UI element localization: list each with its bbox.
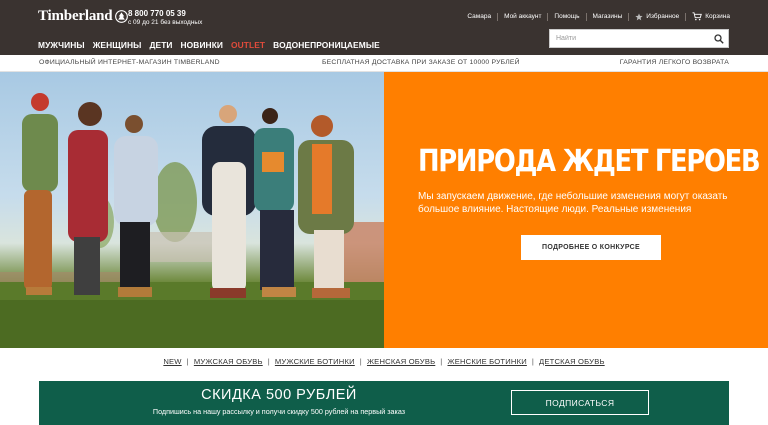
category-link-kids-shoes[interactable]: ДЕТСКАЯ ОБУВЬ: [539, 357, 605, 366]
separator: |: [440, 357, 443, 366]
main-nav: МУЖЧИНЫ ЖЕНЩИНЫ ДЕТИ НОВИНКИ OUTLET ВОДО…: [38, 40, 380, 50]
hero-title: ПРИРОДА ЖДЕТ ГЕРОЕВ: [418, 144, 761, 179]
timberland-logo[interactable]: Timberland: [38, 8, 129, 25]
nav-item-new[interactable]: НОВИНКИ: [181, 40, 224, 50]
nav-item-kids[interactable]: ДЕТИ: [149, 40, 172, 50]
phone-hours: с 09 до 21 без выходных: [128, 19, 203, 26]
promo-subtitle: Подпишись на нашу рассылку и получи скид…: [152, 407, 406, 416]
separator: |: [186, 357, 189, 366]
category-link-new[interactable]: NEW: [163, 357, 181, 366]
tree-logo-icon: [115, 10, 129, 23]
separator: |: [267, 357, 270, 366]
official-store-text: ОФИЦИАЛЬНЫЙ ИНТЕРНЕТ-МАГАЗИН TIMBERLAND: [39, 59, 220, 66]
separator: |: [359, 357, 362, 366]
cart-link[interactable]: Корзина: [692, 12, 730, 21]
divider: [497, 12, 499, 21]
nav-item-outlet[interactable]: OUTLET: [231, 40, 265, 50]
category-link-mens-shoes[interactable]: МУЖСКАЯ ОБУВЬ: [194, 357, 263, 366]
hero-banner: ПРИРОДА ЖДЕТ ГЕРОЕВ Мы запускаем движени…: [0, 72, 768, 348]
nav-item-waterproof[interactable]: ВОДОНЕПРОНИЦАЕМЫЕ: [273, 40, 380, 50]
easy-return-text[interactable]: ГАРАНТИЯ ЛЕГКОГО ВОЗВРАТА: [620, 59, 729, 66]
hero-photo[interactable]: [0, 72, 384, 348]
subscribe-button[interactable]: ПОДПИСАТЬСЯ: [511, 390, 649, 415]
newsletter-promo: СКИДКА 500 РУБЛЕЙ Подпишись на нашу расс…: [39, 381, 729, 425]
search-button[interactable]: [710, 30, 728, 47]
cart-label: Корзина: [705, 13, 730, 20]
category-links: NEW | МУЖСКАЯ ОБУВЬ | МУЖСКИЕ БОТИНКИ | ЖЕНСКА…: [0, 357, 768, 366]
search-box: [549, 29, 729, 48]
category-link-mens-boots[interactable]: МУЖСКИЕ БОТИНКИ: [275, 357, 355, 366]
people-group-illustration: [0, 93, 384, 348]
hero-description: Мы запускаем движение, где небольшие изм…: [418, 191, 728, 215]
nav-item-women[interactable]: ЖЕНЩИНЫ: [93, 40, 142, 50]
cart-icon: [692, 12, 703, 21]
star-icon: [635, 12, 643, 20]
divider: [585, 12, 587, 21]
category-link-womens-shoes[interactable]: ЖЕНСКАЯ ОБУВЬ: [367, 357, 435, 366]
info-bar: ОФИЦИАЛЬНЫЙ ИНТЕРНЕТ-МАГАЗИН TIMBERLAND …: [0, 55, 768, 72]
utility-nav: Самара Мой аккаунт Помощь Магазины Избра…: [467, 12, 730, 21]
logo-text: Timberland: [38, 8, 113, 24]
phone-block: 8 800 770 05 39 с 09 до 21 без выходных: [128, 9, 202, 27]
contest-details-button[interactable]: ПОДРОБНЕЕ О КОНКУРСЕ: [521, 235, 661, 260]
nav-item-men[interactable]: МУЖЧИНЫ: [38, 40, 85, 50]
search-icon: [714, 33, 724, 44]
divider: [628, 12, 630, 21]
stores-link[interactable]: Магазины: [593, 13, 623, 20]
divider: [685, 12, 687, 21]
favorites-label: Избранное: [646, 13, 680, 20]
category-link-womens-boots[interactable]: ЖЕНСКИЕ БОТИНКИ: [447, 357, 526, 366]
help-link[interactable]: Помощь: [554, 13, 579, 20]
city-link[interactable]: Самара: [467, 13, 491, 20]
free-delivery-text[interactable]: БЕСПЛАТНАЯ ДОСТАВКА ПРИ ЗАКАЗЕ ОТ 10000 …: [322, 59, 520, 66]
promo-title: СКИДКА 500 РУБЛЕЙ: [201, 387, 357, 403]
phone-number[interactable]: 8 800 770 05 39: [128, 9, 202, 19]
site-header: Timberland 8 800 770 05 39 с 09 до 21 бе…: [0, 0, 768, 55]
divider: [547, 12, 549, 21]
separator: |: [531, 357, 535, 366]
favorites-link[interactable]: Избранное: [635, 12, 680, 21]
account-link[interactable]: Мой аккаунт: [504, 13, 541, 20]
hero-promo-panel: ПРИРОДА ЖДЕТ ГЕРОЕВ Мы запускаем движени…: [384, 72, 768, 348]
search-input[interactable]: [550, 30, 710, 47]
